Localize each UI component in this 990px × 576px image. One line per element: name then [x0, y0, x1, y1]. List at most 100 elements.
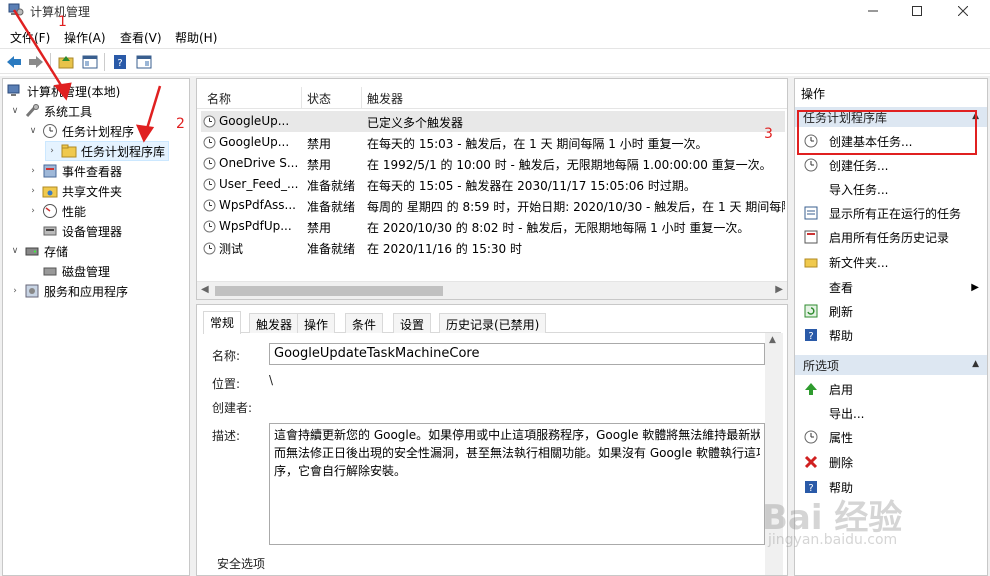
refresh-icon	[803, 303, 819, 319]
scroll-left-icon[interactable]: ◀	[201, 284, 209, 295]
blank-icon	[803, 405, 819, 421]
action-item[interactable]: 删除	[803, 452, 983, 472]
actions-section-selected[interactable]: 所选项 ▲	[795, 355, 987, 375]
computer-icon	[7, 83, 23, 99]
section-title: 所选项	[803, 359, 840, 373]
action-item[interactable]: 启用	[803, 379, 983, 399]
tab-conditions[interactable]: 条件	[345, 313, 384, 333]
scroll-thumb[interactable]	[215, 286, 443, 296]
task-trigger-cell: 在每天的 15:03 - 触发后，在 1 天 期间每隔 1 小时 重复一次。	[367, 137, 708, 151]
task-clock-icon	[203, 136, 216, 148]
actions-header: 操作	[801, 87, 826, 101]
column-header-status[interactable]: 状态	[307, 90, 331, 107]
menu-file[interactable]: 文件(F)	[10, 29, 50, 46]
tree-label: 存储	[44, 244, 69, 259]
action-item[interactable]: 属性	[803, 427, 983, 447]
column-separator[interactable]	[361, 87, 362, 109]
column-header-trigger[interactable]: 触发器	[367, 90, 403, 107]
tree-item-storage[interactable]: ∨ 存储	[9, 241, 68, 261]
description-line: 序，它會自行解除安裝。	[274, 464, 407, 478]
chevron-right-icon[interactable]: ›	[9, 286, 21, 296]
table-row[interactable]: GoogleUp... 已定义多个触发器	[201, 111, 785, 132]
tree-item-device-manager[interactable]: 设备管理器	[42, 221, 122, 241]
tab-triggers[interactable]: 触发器	[249, 313, 300, 333]
menu-help[interactable]: 帮助(H)	[175, 29, 217, 46]
task-status-cell: 禁用	[307, 137, 332, 151]
action-item[interactable]: 刷新	[803, 301, 983, 321]
action-label: 属性	[829, 430, 854, 445]
chevron-right-icon[interactable]: ›	[46, 146, 58, 156]
menu-action[interactable]: 操作(A)	[64, 29, 106, 46]
tree-item-task-scheduler[interactable]: ∨ 任务计划程序	[27, 121, 134, 141]
chevron-down-icon[interactable]: ∨	[9, 106, 21, 116]
action-item[interactable]: ? 帮助	[803, 325, 983, 345]
table-row[interactable]: 测试 准备就绪在 2020/11/16 的 15:30 时	[201, 237, 785, 258]
tree-item-services-apps[interactable]: › 服务和应用程序	[9, 281, 128, 301]
scroll-up-icon[interactable]: ▲	[769, 335, 776, 345]
chevron-right-icon[interactable]: ›	[27, 186, 39, 196]
task-details: 常规 触发器 操作 条件 设置 历史记录(已禁用) 名称: GoogleUpda…	[196, 304, 788, 576]
title-bar: 计算机管理	[0, 0, 990, 22]
description-line: 這會持續更新您的 Google。如果停用或中止這項服務程序，Google 軟體將…	[274, 428, 760, 442]
submenu-arrow-icon: ▶	[971, 281, 979, 293]
folder-icon	[803, 254, 819, 270]
table-row[interactable]: WpsPdfAss... 准备就绪 每周的 星期四 的 8:59 时，开始日期: 2…	[201, 195, 785, 216]
list-icon	[803, 205, 819, 221]
minimize-button[interactable]	[850, 0, 896, 22]
task-name-field[interactable]: GoogleUpdateTaskMachineCore	[269, 343, 765, 365]
task-status-cell: 准备就绪	[307, 200, 356, 214]
chevron-right-icon[interactable]: ›	[27, 206, 39, 216]
column-header-name[interactable]: 名称	[207, 90, 231, 107]
action-item[interactable]: 创建任务...	[803, 155, 983, 175]
history-icon	[803, 229, 819, 245]
tab-settings[interactable]: 设置	[393, 313, 432, 333]
maximize-button[interactable]	[894, 0, 940, 22]
chevron-right-icon[interactable]: ›	[27, 166, 39, 176]
menu-view[interactable]: 查看(V)	[120, 29, 162, 46]
horizontal-scrollbar[interactable]: ◀ ▶	[197, 281, 787, 299]
show-hide-tree-button[interactable]	[80, 52, 100, 72]
action-item[interactable]: 显示所有正在运行的任务	[803, 203, 983, 223]
tree-item-shared-folders[interactable]: › 共享文件夹	[27, 181, 122, 201]
action-item[interactable]: 启用所有任务历史记录	[803, 227, 983, 247]
close-button[interactable]	[940, 0, 986, 22]
tab-general[interactable]: 常规	[203, 311, 242, 334]
tree-item-root[interactable]: 计算机管理(本地)	[7, 81, 120, 101]
action-item[interactable]: 新文件夹...	[803, 252, 983, 272]
table-row[interactable]: OneDrive S... 禁用 在 1992/5/1 的 10:00 时 - 触发…	[201, 153, 785, 174]
clock-icon	[803, 429, 819, 445]
forward-arrow-icon	[29, 56, 43, 68]
forward-button[interactable]	[26, 52, 46, 72]
action-item[interactable]: 导出...	[803, 403, 983, 423]
chevron-down-icon[interactable]: ∨	[27, 126, 39, 136]
details-tabs: 常规 触发器 操作 条件 设置 历史记录(已禁用)	[203, 311, 781, 334]
annotation-number-2: 2	[176, 116, 185, 132]
task-trigger-cell: 在 1992/5/1 的 10:00 时 - 触发后，无限期地每隔 1.00:0…	[367, 158, 772, 172]
chevron-down-icon[interactable]: ∨	[9, 246, 21, 256]
scroll-right-icon[interactable]: ▶	[775, 284, 783, 295]
tree-item-disk-management[interactable]: 磁盘管理	[42, 261, 110, 281]
tree-item-task-library[interactable]: › 任务计划程序库	[45, 141, 170, 161]
table-row[interactable]: GoogleUp... 禁用 在每天的 15:03 - 触发后，在 1 天 期间每隔…	[201, 132, 785, 153]
column-separator[interactable]	[301, 87, 302, 109]
tab-history[interactable]: 历史记录(已禁用)	[439, 313, 547, 333]
task-status-cell: 准备就绪	[307, 242, 356, 256]
table-row[interactable]: User_Feed_... 准备就绪 在每天的 15:05 - 触发器在 2030/…	[201, 174, 785, 195]
tree-label: 性能	[62, 204, 87, 219]
help-toolbar-button[interactable]: ?	[110, 52, 130, 72]
action-item[interactable]: 查看 ▶	[803, 277, 983, 297]
up-level-button[interactable]	[56, 52, 76, 72]
back-button[interactable]	[4, 52, 24, 72]
description-field[interactable]: 這會持續更新您的 Google。如果停用或中止這項服務程序，Google 軟體將…	[269, 423, 765, 545]
tree-item-performance[interactable]: › 性能	[27, 201, 86, 221]
show-hide-action-pane-button[interactable]	[134, 52, 154, 72]
action-item[interactable]: 导入任务...	[803, 179, 983, 199]
tree-item-system-tools[interactable]: ∨ 系统工具	[9, 101, 92, 121]
task-list: 名称 状态 触发器 GoogleUp... 已定义多个触发器 GoogleUp...…	[196, 78, 788, 300]
task-list-header: 名称 状态 触发器	[197, 87, 787, 109]
collapse-icon[interactable]: ▲	[972, 359, 979, 369]
shared-folder-icon	[42, 183, 58, 199]
tree-item-event-viewer[interactable]: › 事件查看器	[27, 161, 122, 181]
tab-actions[interactable]: 操作	[297, 313, 336, 333]
table-row[interactable]: WpsPdfUp... 禁用 在 2020/10/30 的 8:02 时 - 触发后…	[201, 216, 785, 237]
